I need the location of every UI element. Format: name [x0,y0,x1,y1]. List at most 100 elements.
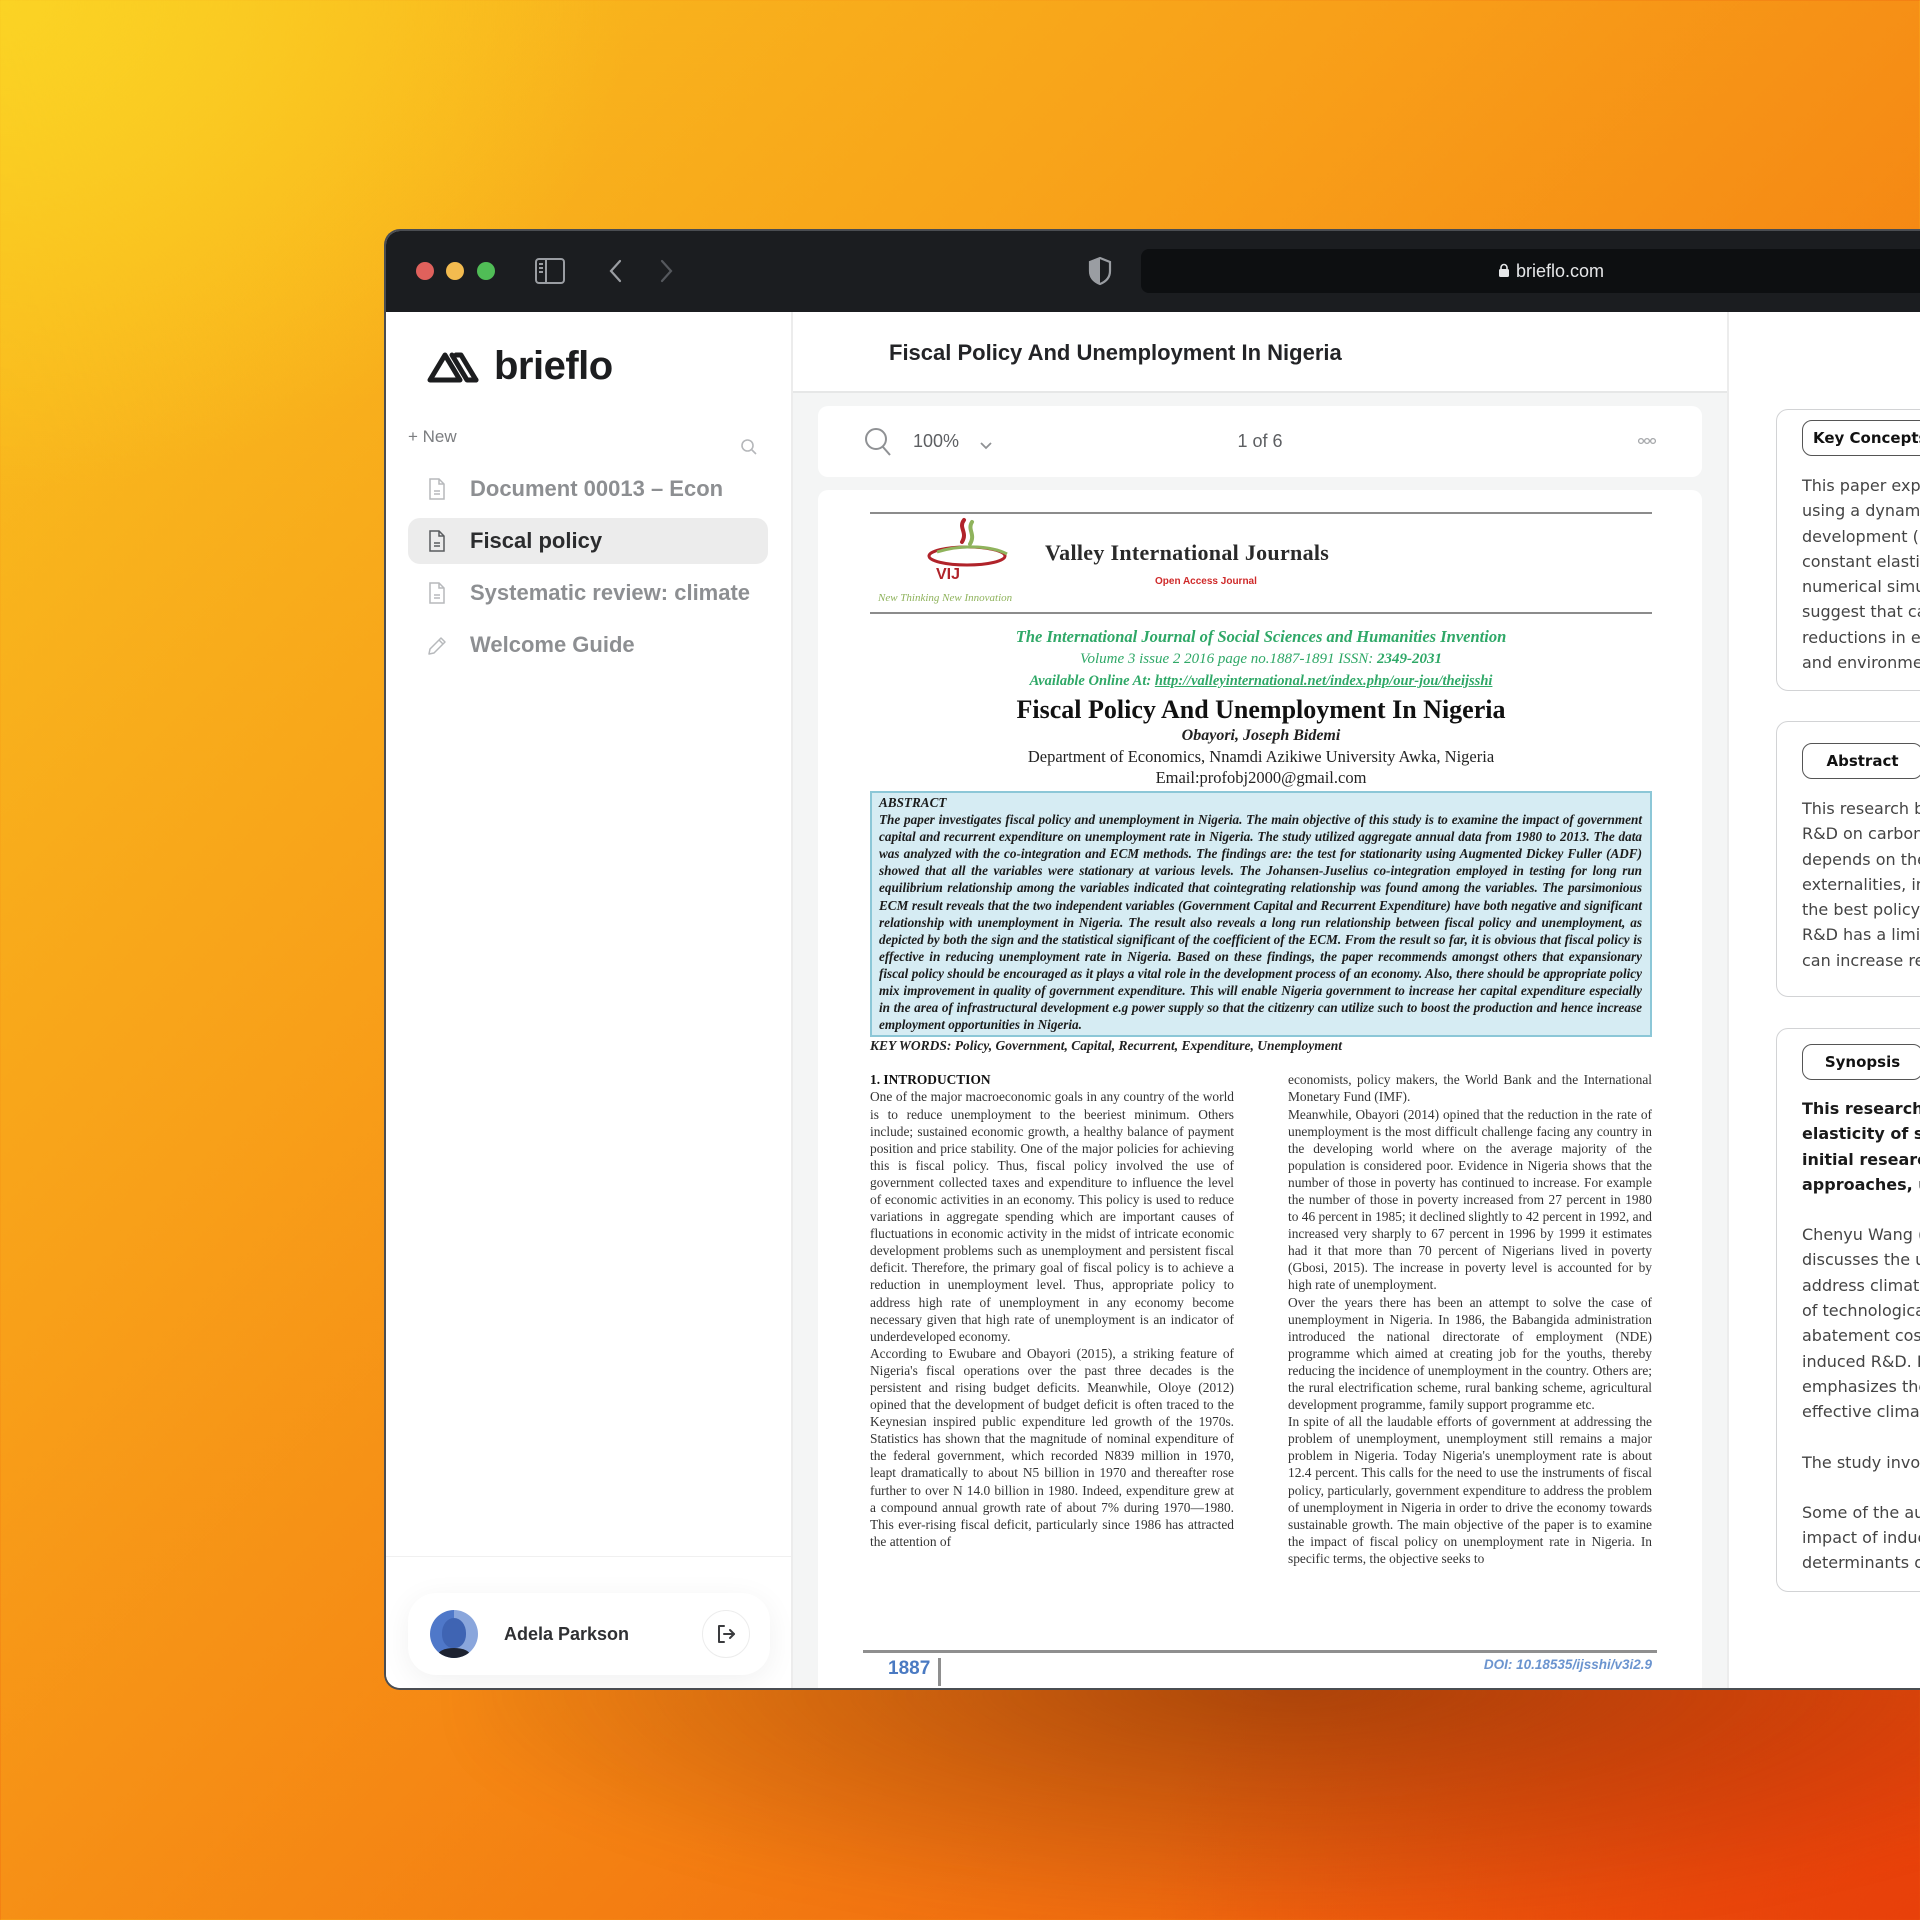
abstract-heading: ABSTRACT [879,795,947,810]
summary-line: discusses the u [1802,1250,1920,1270]
key-concepts-text: This paper expl using a dynamic developmen… [1802,473,1920,675]
summary-line: This paper expl [1802,476,1920,495]
summary-line: elasticity of su [1802,1124,1920,1144]
summary-line: address climate [1802,1275,1920,1295]
vij-logo-text: VIJ [936,566,961,583]
summary-line: The study involv [1802,1452,1920,1472]
open-access-label: Open Access Journal [1155,576,1257,587]
summary-line: This research s [1802,1099,1920,1118]
tab-abstract[interactable]: Abstract [1802,743,1920,779]
summary-line: Chenyu Wang ( [1802,1225,1920,1245]
sidebar-item-document-00013[interactable]: Document 00013 – Econ [408,466,768,512]
sidebar-item-fiscal-policy[interactable]: Fiscal policy [408,518,768,564]
summary-line: initial research [1802,1149,1920,1169]
availability-line: Available Online At: http://valleyintern… [1029,673,1493,689]
sidebar-item-systematic-review[interactable]: Systematic review: climate [408,570,768,616]
new-document-button[interactable]: + New [408,427,457,447]
browser-titlebar: brieflo.com [386,231,1920,312]
page-indicator: 1 of 6 [1237,431,1283,451]
lock-icon [1498,263,1509,277]
vij-tagline: New Thinking New Innovation [878,592,1013,604]
synopsis-text: This research s elasticity of su initial r… [1802,1096,1920,1576]
pdf-footer: 1887 DOI: 10.18535/ijsshi/v3i2.9 [863,1650,1657,1686]
summary-line: of technologica [1802,1301,1920,1321]
page-number: 1887 [888,1658,942,1686]
window-shadow [470,1650,1920,1910]
avatar[interactable] [430,1610,478,1658]
back-arrow-icon[interactable] [600,256,632,286]
summary-line: and environmer [1802,653,1920,673]
paragraph: In spite of all the laudable efforts of … [1288,1414,1652,1566]
document-viewer: Fiscal Policy And Unemployment In Nigeri… [793,312,1727,1688]
minimize-window-button[interactable] [446,262,464,280]
sidebar-toggle-icon[interactable] [534,256,566,286]
summary-line: determinants o [1802,1553,1920,1573]
synopsis-card: Synopsis This research s elasticity of su… [1776,1028,1920,1592]
paper-affiliation: Department of Economics, Nnamdi Azikiwe … [1027,747,1495,766]
search-icon[interactable] [740,438,758,456]
document-icon [426,529,448,553]
publisher-name: Valley International Journals [1045,540,1330,565]
summary-line: numerical simul [1802,577,1920,597]
sidebar-divider [386,1556,791,1557]
brieflo-logo-icon [427,352,479,382]
paper-author: Obayori, Joseph Bidemi [1181,727,1341,744]
paper-title: Fiscal Policy And Unemployment In Nigeri… [1016,695,1506,724]
paper-email: Email:profobj2000@gmail.com [1155,768,1367,787]
close-window-button[interactable] [416,262,434,280]
summary-line: development (R [1802,526,1920,546]
keywords: KEY WORDS: Policy, Government, Capital, … [870,1038,1343,1054]
browser-window: brieflo.com brieflo + New Document 00013… [386,231,1920,1688]
address-bar[interactable]: brieflo.com [1141,249,1920,293]
pencil-icon [426,633,448,657]
summary-line: suggest that ca [1802,602,1920,622]
summary-line: Some of the au [1802,1502,1920,1522]
sidebar-item-label: Welcome Guide [470,632,635,657]
summary-line: This research bu [1802,799,1920,818]
journal-url-link[interactable]: http://valleyinternational.net/index.php… [1155,673,1493,689]
brand-logo[interactable]: brieflo [426,344,613,389]
document-header: Fiscal Policy And Unemployment In Nigeri… [793,312,1727,393]
logout-icon [718,1625,735,1643]
pdf-toolbar: 100% 1 of 6 [818,406,1702,477]
user-name: Adela Parkson [504,1623,630,1644]
doi-label: DOI: 10.18535/ijsshi/v3i2.9 [1483,1657,1652,1672]
url-text: brieflo.com [1515,261,1605,281]
journal-banner: VIJ New Thinking New Innovation Valley I… [870,514,1652,612]
sidebar: brieflo + New Document 00013 – Econ Fisc… [386,312,793,1688]
document-list: Document 00013 – Econ Fiscal policy Syst… [408,466,768,674]
sidebar-item-label: Systematic review: climate [470,580,751,605]
page-title: Fiscal Policy And Unemployment In Nigeri… [889,340,1342,365]
summary-line: R&D on carbon [1802,824,1920,844]
summary-line: constant elastic [1802,551,1920,571]
paragraph: Meanwhile, Obayori (2014) opined that th… [1288,1106,1652,1293]
summary-line: effective clima [1802,1402,1920,1422]
maximize-window-button[interactable] [477,262,495,280]
right-column: economists, policy makers, the World Ban… [1288,1071,1652,1567]
logout-button[interactable] [702,1610,750,1658]
paragraph: According to Ewubare and Obayori (2015),… [870,1345,1234,1549]
summary-panel: Key Concepts This paper expl using a dyna… [1727,312,1920,1688]
abstract-box: ABSTRACT The paper investigates fiscal p… [870,791,1652,1038]
journal-name: The International Journal of Social Scie… [1015,627,1507,646]
summary-line: using a dynamic [1802,501,1920,521]
abstract-card: Abstract This research bu R&D on carbon de… [1776,721,1920,997]
tab-key-concepts[interactable]: Key Concepts [1802,420,1920,456]
sidebar-item-welcome-guide[interactable]: Welcome Guide [408,622,768,668]
summary-line: emphasizes the [1802,1376,1920,1396]
forward-arrow-icon[interactable] [650,256,682,286]
document-icon [426,477,448,501]
sidebar-item-label: Fiscal policy [470,528,603,553]
paragraph: Over the years there has been an attempt… [1288,1294,1652,1413]
tab-synopsis[interactable]: Synopsis [1802,1044,1920,1080]
volume-line: Volume 3 issue 2 2016 page no.1887-1891 … [1079,651,1443,667]
summary-line: induced R&D. I [1802,1351,1920,1371]
paragraph: One of the major macroeconomic goals in … [870,1089,1234,1344]
body-columns: 1. INTRODUCTION One of the major macroec… [870,1071,1652,1567]
pdf-page: VIJ New Thinking New Innovation Valley I… [818,490,1702,1688]
more-options-icon[interactable] [1637,434,1657,446]
shield-icon[interactable] [1086,255,1114,287]
